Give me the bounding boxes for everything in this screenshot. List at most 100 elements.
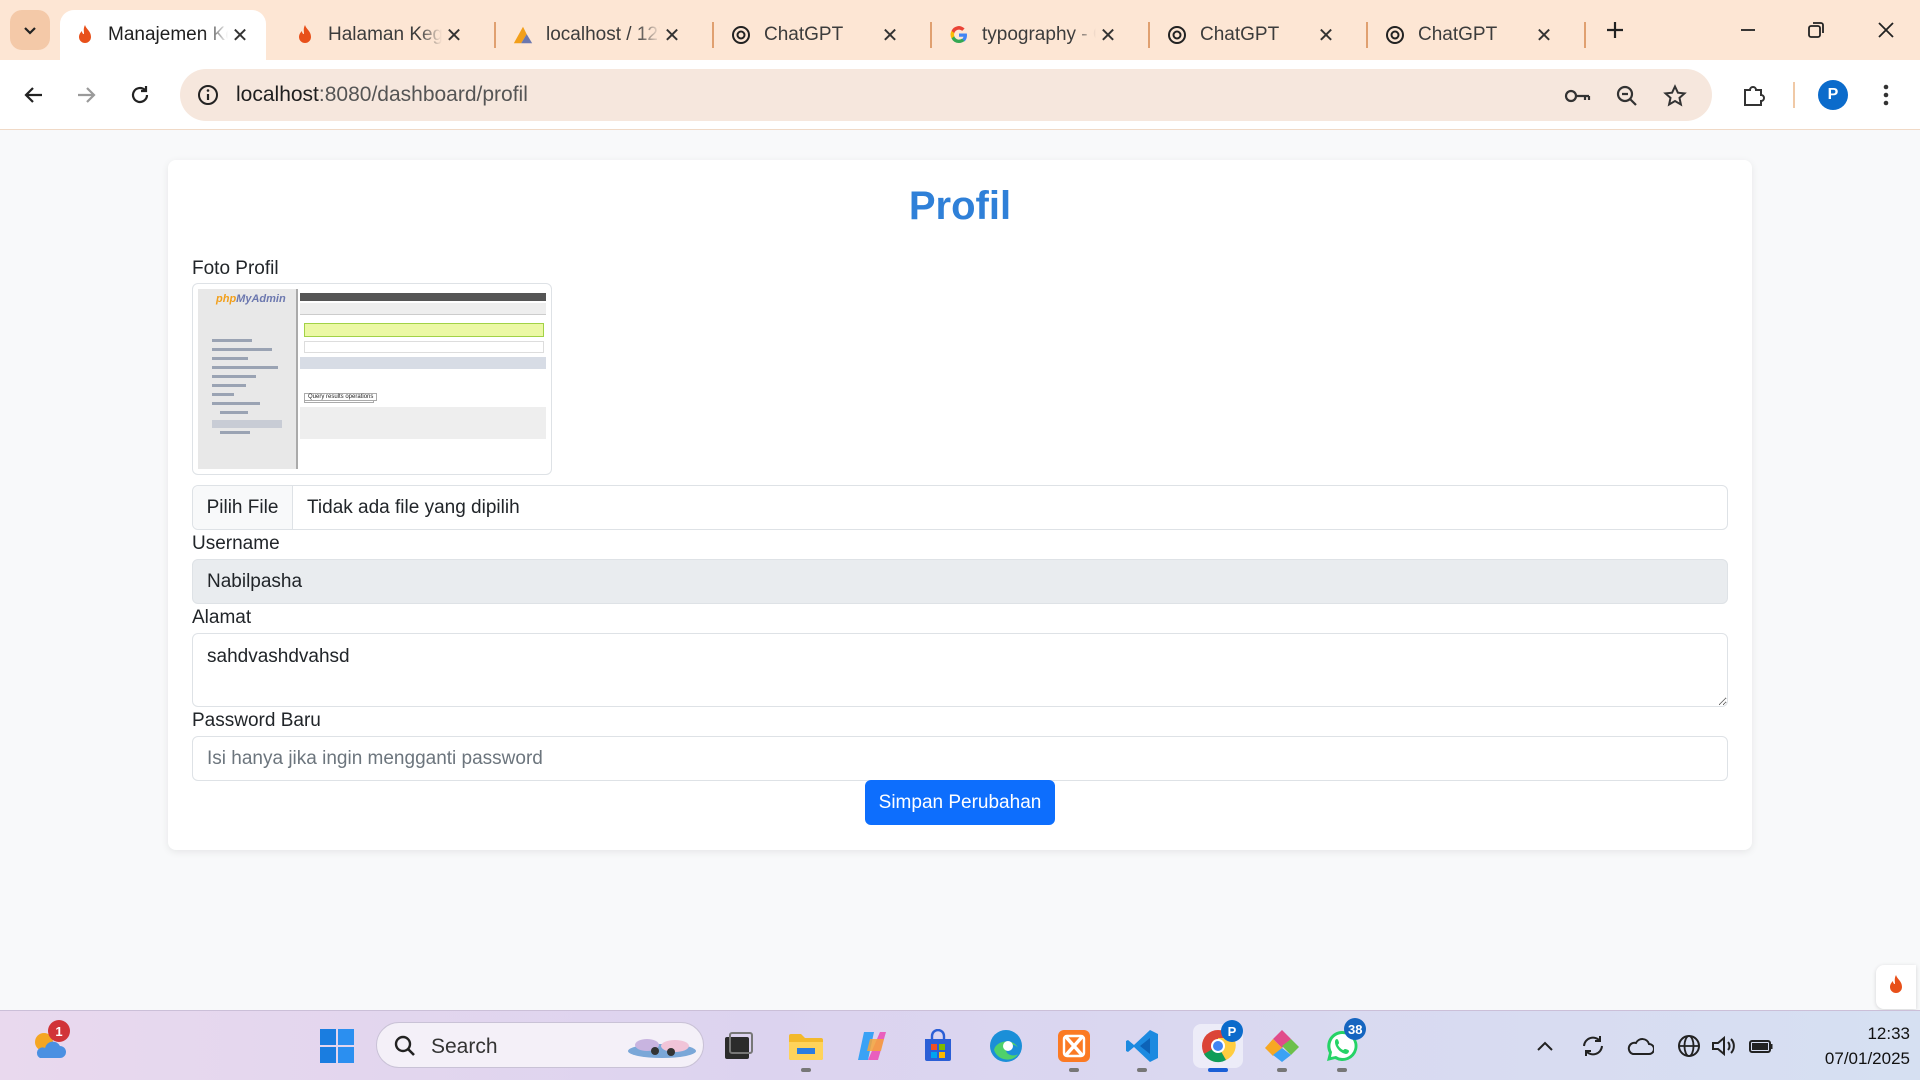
edge-icon	[990, 1030, 1022, 1062]
tab-typography-google[interactable]: typography - Google ✕	[934, 10, 1134, 60]
thumbnail-line	[212, 357, 248, 360]
tab-chatgpt-2[interactable]: ChatGPT ✕	[1152, 10, 1352, 60]
show-hidden-icons-button[interactable]	[1530, 1031, 1560, 1061]
whatsapp-button[interactable]: 38	[1320, 1018, 1367, 1072]
openai-icon	[1384, 24, 1406, 46]
git-app-button[interactable]	[1260, 1024, 1304, 1072]
volume-tray-icon[interactable]	[1708, 1031, 1738, 1061]
tab-phpmyadmin[interactable]: localhost / 127.0.0.1 ✕	[498, 10, 698, 60]
site-info-icon[interactable]	[194, 81, 222, 109]
fire-icon	[1886, 974, 1906, 1001]
profile-card: Profil Foto Profil phpMyAdmin Query resu…	[168, 160, 1752, 850]
minimize-icon	[1741, 29, 1755, 31]
edge-button[interactable]	[984, 1024, 1028, 1068]
thumbnail-line	[212, 348, 272, 351]
close-icon[interactable]: ✕	[1314, 23, 1338, 47]
taskbar-search[interactable]: Search	[376, 1022, 704, 1068]
clock-time: 12:33	[1867, 1024, 1910, 1043]
forward-button[interactable]	[66, 75, 106, 115]
copilot-button[interactable]	[850, 1024, 894, 1068]
chevron-down-icon	[24, 27, 36, 35]
openai-icon	[1166, 24, 1188, 46]
minimize-button[interactable]	[1724, 10, 1772, 50]
restore-button[interactable]	[1792, 10, 1840, 50]
plus-icon	[1607, 22, 1623, 38]
password-key-icon[interactable]	[1562, 81, 1592, 111]
alamat-textarea[interactable]: sahdvashdvahsd	[192, 633, 1728, 707]
thumbnail-line	[212, 384, 246, 387]
close-icon[interactable]: ✕	[1532, 23, 1556, 47]
battery-charging-icon	[1749, 1040, 1773, 1053]
back-button[interactable]	[14, 75, 54, 115]
url-text[interactable]: localhost:8080/dashboard/profil	[236, 83, 528, 107]
close-icon[interactable]: ✕	[660, 23, 684, 47]
vscode-icon	[1126, 1030, 1158, 1062]
thumbnail-line	[212, 339, 252, 342]
thumbnail-sql	[304, 341, 544, 353]
arrow-right-icon	[78, 87, 96, 103]
thumbnail-line	[220, 431, 250, 434]
floating-fire-button[interactable]	[1876, 965, 1916, 1009]
choose-file-button[interactable]: Pilih File	[193, 486, 293, 529]
weather-widget[interactable]: 1	[26, 1020, 70, 1068]
task-view-button[interactable]	[716, 1024, 760, 1068]
puzzle-icon	[1744, 86, 1765, 106]
onedrive-tray-icon[interactable]	[1625, 1031, 1655, 1061]
close-icon[interactable]: ✕	[878, 23, 902, 47]
new-tab-button[interactable]	[1597, 12, 1633, 48]
running-indicator	[1208, 1068, 1228, 1072]
xampp-button[interactable]	[1052, 1024, 1096, 1072]
tab-title: ChatGPT	[764, 24, 844, 45]
zoom-icon[interactable]	[1612, 81, 1642, 111]
thumbnail-line	[212, 393, 234, 396]
close-icon[interactable]: ✕	[1096, 23, 1120, 47]
xampp-icon	[1058, 1030, 1090, 1062]
tab-divider	[1366, 22, 1368, 48]
reload-icon	[131, 86, 149, 104]
reload-button[interactable]	[120, 75, 160, 115]
thumbnail-sidebar: phpMyAdmin	[198, 289, 298, 469]
bookmark-star-icon[interactable]	[1660, 81, 1690, 111]
close-icon[interactable]: ✕	[228, 23, 252, 47]
vscode-button[interactable]	[1120, 1024, 1164, 1072]
tab-search-button[interactable]	[10, 10, 50, 50]
close-window-button[interactable]	[1862, 10, 1910, 50]
tab-divider	[712, 22, 714, 48]
username-input[interactable]	[192, 559, 1728, 604]
network-tray-icon[interactable]	[1674, 1031, 1704, 1061]
close-icon	[1878, 22, 1894, 38]
photo-file-input[interactable]: Pilih File Tidak ada file yang dipilih	[192, 485, 1728, 530]
clock[interactable]: 12:33 07/01/2025	[1790, 1021, 1910, 1071]
git-diamond-icon	[1265, 1030, 1299, 1062]
arrow-left-icon	[24, 87, 42, 103]
tab-title: ChatGPT	[1418, 24, 1498, 45]
tab-divider	[1584, 22, 1586, 48]
tab-manajemen-kegiatan[interactable]: Manajemen Kegiatan ✕	[60, 10, 266, 60]
tab-divider	[494, 22, 496, 48]
tab-halaman-kegiatan[interactable]: Halaman Kegiatan ✕	[280, 10, 480, 60]
password-input[interactable]	[192, 736, 1728, 781]
tab-title: ChatGPT	[1200, 24, 1280, 45]
close-icon[interactable]: ✕	[442, 23, 466, 47]
microsoft-store-button[interactable]	[916, 1024, 960, 1068]
taskbar: 1 Search P 38 12:33 07/01/2025	[0, 1010, 1920, 1080]
chrome-button[interactable]: P	[1193, 1020, 1243, 1072]
copilot-icon	[858, 1032, 886, 1060]
profile-button[interactable]: P	[1813, 75, 1853, 115]
tab-chatgpt-3[interactable]: ChatGPT ✕	[1370, 10, 1570, 60]
battery-tray-icon[interactable]	[1746, 1031, 1776, 1061]
start-button[interactable]	[315, 1024, 359, 1068]
file-explorer-button[interactable]	[784, 1024, 828, 1072]
more-vertical-icon	[1883, 84, 1889, 106]
extensions-button[interactable]	[1734, 75, 1774, 115]
address-bar[interactable]: localhost:8080/dashboard/profil	[180, 69, 1712, 121]
menu-button[interactable]	[1866, 75, 1906, 115]
clock-date: 07/01/2025	[1824, 1049, 1910, 1068]
browser-toolbar: localhost:8080/dashboard/profil P	[0, 60, 1920, 130]
sync-tray-icon[interactable]	[1578, 1031, 1608, 1061]
running-indicator	[1069, 1068, 1079, 1072]
whatsapp-badge: 38	[1344, 1018, 1367, 1040]
save-changes-button[interactable]: Simpan Perubahan	[865, 780, 1055, 825]
profile-photo: phpMyAdmin Query results operations	[192, 283, 552, 475]
tab-chatgpt-1[interactable]: ChatGPT ✕	[716, 10, 916, 60]
